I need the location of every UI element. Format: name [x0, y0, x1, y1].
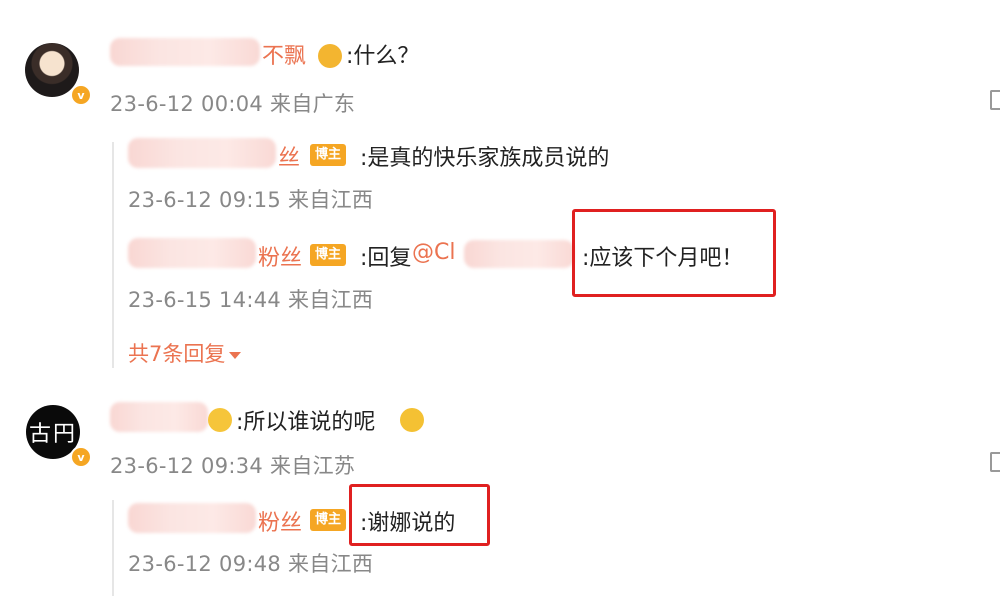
- username-tail[interactable]: 粉丝: [258, 240, 302, 272]
- reply-meta: 23-6-12 09:48 来自江西: [128, 552, 374, 576]
- reply-thread-line: [112, 142, 114, 368]
- avatar-text: 古円: [28, 422, 77, 447]
- more-options-icon[interactable]: [990, 452, 1000, 472]
- redacted-mention: [464, 240, 574, 268]
- redacted-username[interactable]: [128, 238, 256, 268]
- username-tail[interactable]: 粉丝: [258, 505, 302, 537]
- more-replies-link[interactable]: 共7条回复: [128, 338, 242, 368]
- username-tail[interactable]: 不飘: [262, 38, 306, 70]
- redacted-username[interactable]: [128, 503, 256, 533]
- more-replies-label[interactable]: 共7条回复: [128, 342, 225, 366]
- mention-link[interactable]: @Cl: [412, 240, 455, 265]
- author-tag: 博主: [310, 509, 347, 531]
- more-options-icon[interactable]: [990, 90, 1000, 110]
- reply-thread-line: [112, 500, 114, 596]
- reply-text: :是真的快乐家族成员说的: [360, 146, 610, 171]
- verified-badge-icon: v: [70, 446, 92, 468]
- caret-down-icon: [229, 351, 242, 359]
- username-tail[interactable]: 丝: [278, 140, 300, 172]
- reply-prefix: :回复: [360, 246, 412, 271]
- redacted-username[interactable]: [128, 138, 276, 168]
- author-tag: 博主: [310, 144, 347, 166]
- reply-meta: 23-6-12 09:15 来自江西: [128, 188, 374, 212]
- comment-meta: 23-6-12 09:34 来自江苏: [110, 454, 356, 478]
- comment-text: :所以谁说的呢: [236, 410, 376, 435]
- verified-badge-icon: v: [70, 84, 92, 106]
- redacted-username[interactable]: [110, 38, 260, 66]
- comment-text: :什么？: [346, 44, 420, 69]
- crown-emoji-icon: [318, 44, 342, 68]
- redacted-username[interactable]: [110, 402, 208, 432]
- highlight-box: [572, 209, 776, 297]
- emoji-icon: [208, 408, 232, 432]
- highlight-box: [349, 484, 490, 546]
- author-tag: 博主: [310, 244, 347, 266]
- laughing-emoji-icon: [400, 408, 424, 432]
- reply-meta: 23-6-15 14:44 来自江西: [128, 288, 374, 312]
- comment-meta: 23-6-12 00:04 来自广东: [110, 92, 356, 116]
